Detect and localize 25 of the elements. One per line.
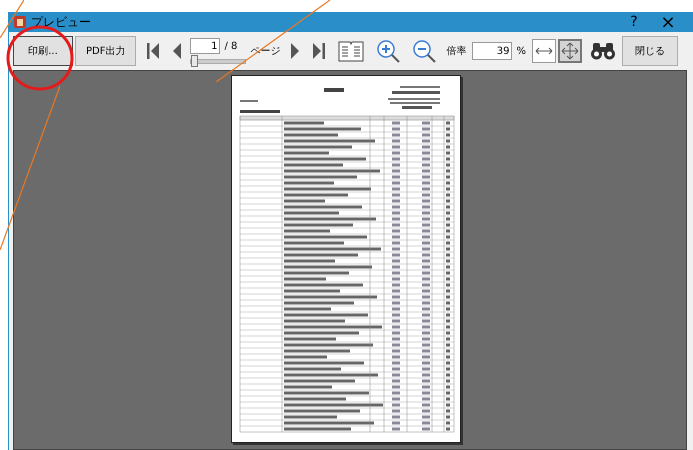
- slider-thumb[interactable]: [191, 55, 198, 67]
- page-total: / 8: [224, 40, 238, 52]
- annotation-circle: [6, 25, 74, 91]
- zoom-field[interactable]: 39: [472, 42, 512, 60]
- zoom-out-icon[interactable]: [412, 39, 436, 63]
- fit-page-icon: [561, 42, 579, 60]
- first-page-icon[interactable]: [146, 42, 160, 60]
- close-preview-button[interactable]: 閉じる: [622, 36, 678, 66]
- print-button[interactable]: 印刷...: [13, 36, 73, 66]
- next-page-icon[interactable]: [290, 43, 300, 59]
- zoom-in-icon[interactable]: [376, 39, 400, 63]
- two-page-view-icon[interactable]: [338, 40, 364, 62]
- fit-page-button[interactable]: [558, 39, 582, 63]
- binoculars-icon[interactable]: [590, 41, 616, 61]
- fit-width-button[interactable]: [532, 39, 556, 63]
- last-page-icon[interactable]: [312, 42, 326, 60]
- annotation-line: [0, 0, 24, 38]
- page-number-field[interactable]: 1: [190, 38, 220, 54]
- pdf-export-button[interactable]: PDF出力: [75, 36, 136, 66]
- app-icon: [13, 15, 27, 29]
- previous-page-icon[interactable]: [172, 43, 182, 59]
- zoom-unit: %: [516, 46, 526, 56]
- help-button[interactable]: ?: [617, 14, 651, 30]
- zoom-label: 倍率: [446, 44, 466, 58]
- close-button[interactable]: ×: [651, 12, 685, 32]
